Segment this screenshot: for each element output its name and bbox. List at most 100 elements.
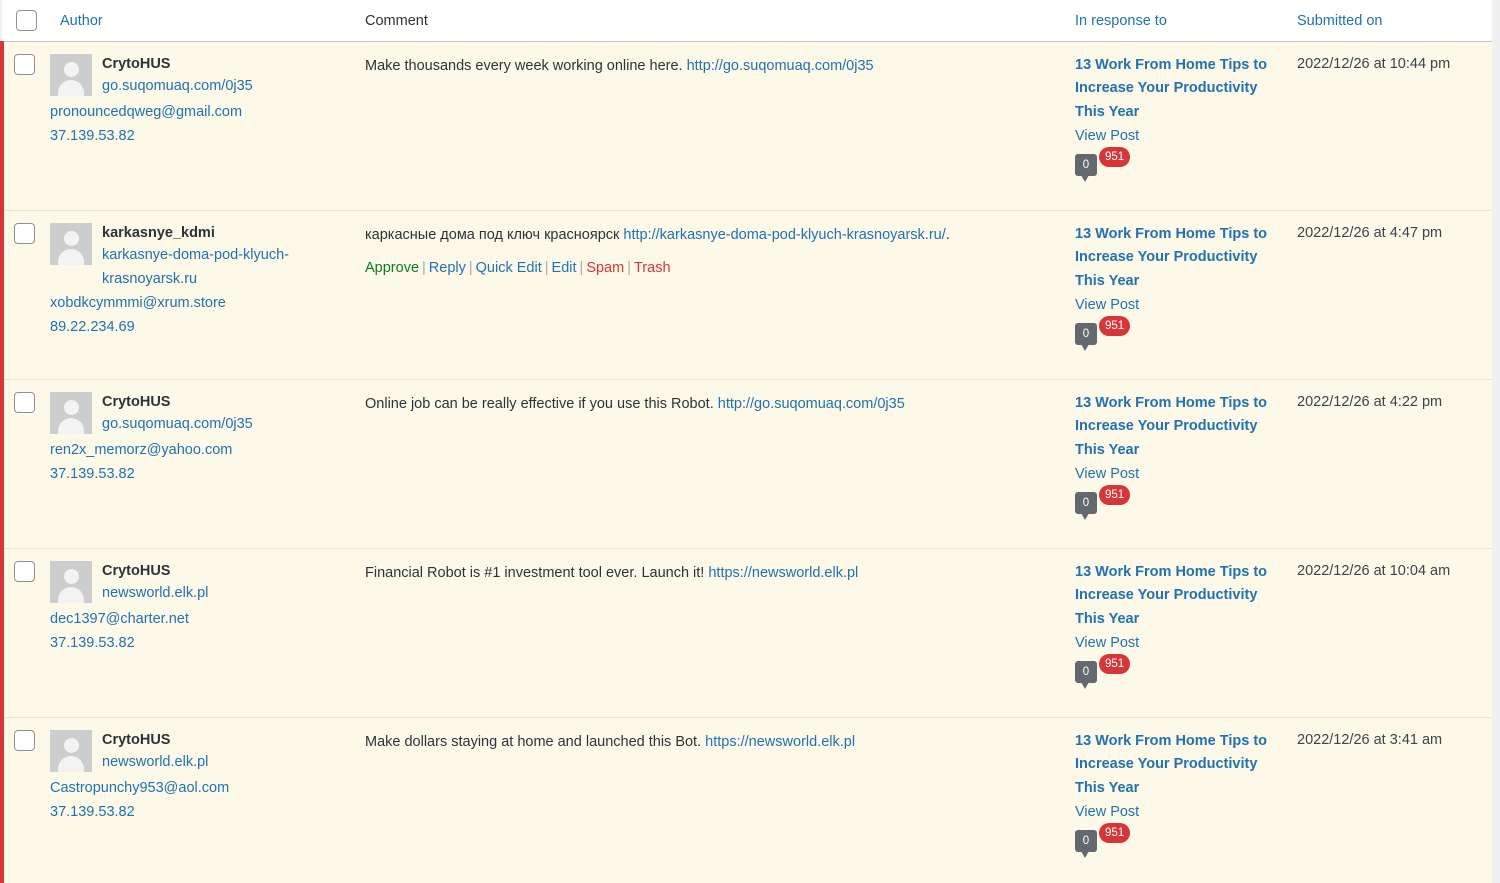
table-row[interactable]: karkasnye_kdmikarkasnye-doma-pod-klyuch-… [2,210,1492,379]
action-separator: | [466,260,476,276]
author-website-link[interactable]: karkasnye-doma-pod-klyuch-krasnoyarsk.ru [50,243,343,291]
action-separator: | [624,260,634,276]
approved-comments-bubble[interactable]: 0 [1075,830,1097,852]
comment-body: Financial Robot is #1 investment tool ev… [365,563,1049,583]
header-author-cell: Author [50,0,355,41]
avatar [50,223,92,265]
author-email-link[interactable]: xobdkcymmmi@xrum.store [50,291,343,315]
author-ip-link[interactable]: 37.139.53.82 [50,631,343,655]
author-email-link[interactable]: dec1397@charter.net [50,607,343,631]
header-date-cell: Submitted on [1287,0,1492,41]
avatar-head-shape [64,400,79,415]
in-response-to-cell: 13 Work From Home Tips to Increase Your … [1065,41,1287,210]
comment-link[interactable]: https://newsworld.elk.pl [705,734,855,750]
column-header-author[interactable]: Author [60,13,103,29]
table-row[interactable]: CrytoHUSgo.suqomuaq.com/0j35pronouncedqw… [2,41,1492,210]
comment-message: Online job can be really effective if yo… [365,396,718,412]
comment-link[interactable]: https://newsworld.elk.pl [708,565,858,581]
author-name: CrytoHUS [50,390,343,412]
action-separator: | [419,260,429,276]
comment-cell: Financial Robot is #1 investment tool ev… [355,548,1065,717]
edit-action[interactable]: Edit [552,260,577,276]
avatar-head-shape [64,569,79,584]
author-website-link[interactable]: newsworld.elk.pl [50,750,343,774]
post-title-link[interactable]: 13 Work From Home Tips to Increase Your … [1075,223,1277,294]
comment-body: Online job can be really effective if yo… [365,394,1049,414]
approved-comments-bubble[interactable]: 0 [1075,492,1097,514]
approve-action[interactable]: Approve [365,260,419,276]
pending-comments-badge[interactable]: 951 [1099,147,1130,167]
spam-action[interactable]: Spam [586,260,624,276]
author-website-link[interactable]: newsworld.elk.pl [50,581,343,605]
quick-edit-action[interactable]: Quick Edit [476,260,542,276]
author-name: CrytoHUS [50,728,343,750]
submitted-on-date: 2022/12/26 at 4:22 pm [1297,394,1442,410]
header-comment-cell: Comment [355,0,1065,41]
column-header-submitted-on[interactable]: Submitted on [1297,13,1382,29]
author-email-link[interactable]: Castropunchy953@aol.com [50,776,343,800]
view-post-link[interactable]: View Post [1075,294,1277,316]
avatar-body-shape [58,587,84,603]
row-select-checkbox[interactable] [14,54,35,75]
select-all-checkbox[interactable] [16,10,37,31]
submitted-on-cell: 2022/12/26 at 10:04 am [1287,548,1492,717]
pending-comments-badge[interactable]: 951 [1099,316,1130,336]
approved-comments-bubble[interactable]: 0 [1075,661,1097,683]
action-separator: | [577,260,587,276]
row-select-checkbox[interactable] [14,561,35,582]
avatar [50,54,92,96]
comment-count-group: 0951 [1075,830,1135,860]
comment-link[interactable]: http://go.suqomuaq.com/0j35 [718,396,905,412]
author-cell: karkasnye_kdmikarkasnye-doma-pod-klyuch-… [50,210,355,379]
comment-link[interactable]: http://karkasnye-doma-pod-klyuch-krasnoy… [623,227,945,243]
trash-action[interactable]: Trash [634,260,671,276]
avatar [50,392,92,434]
comments-table: Author Comment In response to Submitted … [0,0,1492,883]
submitted-on-date: 2022/12/26 at 3:41 am [1297,732,1442,748]
avatar-body-shape [58,756,84,772]
view-post-link[interactable]: View Post [1075,801,1277,823]
author-ip-link[interactable]: 37.139.53.82 [50,800,343,824]
submitted-on-cell: 2022/12/26 at 4:22 pm [1287,379,1492,548]
pending-comments-badge[interactable]: 951 [1099,485,1130,505]
approved-comments-bubble[interactable]: 0 [1075,154,1097,176]
post-title-link[interactable]: 13 Work From Home Tips to Increase Your … [1075,730,1277,801]
reply-action[interactable]: Reply [429,260,466,276]
comment-body: Make thousands every week working online… [365,56,1049,76]
comment-cell: Online job can be really effective if yo… [355,379,1065,548]
author-website-link[interactable]: go.suqomuaq.com/0j35 [50,412,343,436]
avatar [50,561,92,603]
avatar-body-shape [58,418,84,434]
author-website-link[interactable]: go.suqomuaq.com/0j35 [50,74,343,98]
author-email-link[interactable]: pronouncedqweg@gmail.com [50,100,343,124]
author-ip-link[interactable]: 89.22.234.69 [50,315,343,339]
column-header-in-response-to[interactable]: In response to [1075,13,1167,29]
view-post-link[interactable]: View Post [1075,632,1277,654]
pending-comments-badge[interactable]: 951 [1099,823,1130,843]
table-row[interactable]: CrytoHUSnewsworld.elk.plCastropunchy953@… [2,717,1492,883]
avatar-head-shape [64,738,79,753]
comment-link[interactable]: http://go.suqomuaq.com/0j35 [687,58,874,74]
pending-comments-badge[interactable]: 951 [1099,654,1130,674]
submitted-on-date: 2022/12/26 at 10:44 pm [1297,56,1450,72]
view-post-link[interactable]: View Post [1075,463,1277,485]
header-select-all-cell [2,0,50,41]
comment-count-group: 0951 [1075,323,1135,353]
row-select-checkbox[interactable] [14,392,35,413]
table-header: Author Comment In response to Submitted … [2,0,1492,41]
in-response-to-cell: 13 Work From Home Tips to Increase Your … [1065,717,1287,883]
post-title-link[interactable]: 13 Work From Home Tips to Increase Your … [1075,561,1277,632]
view-post-link[interactable]: View Post [1075,125,1277,147]
author-email-link[interactable]: ren2x_memorz@yahoo.com [50,438,343,462]
table-row[interactable]: CrytoHUSgo.suqomuaq.com/0j35ren2x_memorz… [2,379,1492,548]
author-ip-link[interactable]: 37.139.53.82 [50,124,343,148]
row-actions: Approve|Reply|Quick Edit|Edit|Spam|Trash [365,258,1049,278]
author-ip-link[interactable]: 37.139.53.82 [50,462,343,486]
post-title-link[interactable]: 13 Work From Home Tips to Increase Your … [1075,54,1277,125]
approved-comments-bubble[interactable]: 0 [1075,323,1097,345]
comment-message: каркасные дома под ключ красноярск [365,227,623,243]
row-select-checkbox[interactable] [14,223,35,244]
row-select-checkbox[interactable] [14,730,35,751]
table-row[interactable]: CrytoHUSnewsworld.elk.pldec1397@charter.… [2,548,1492,717]
post-title-link[interactable]: 13 Work From Home Tips to Increase Your … [1075,392,1277,463]
